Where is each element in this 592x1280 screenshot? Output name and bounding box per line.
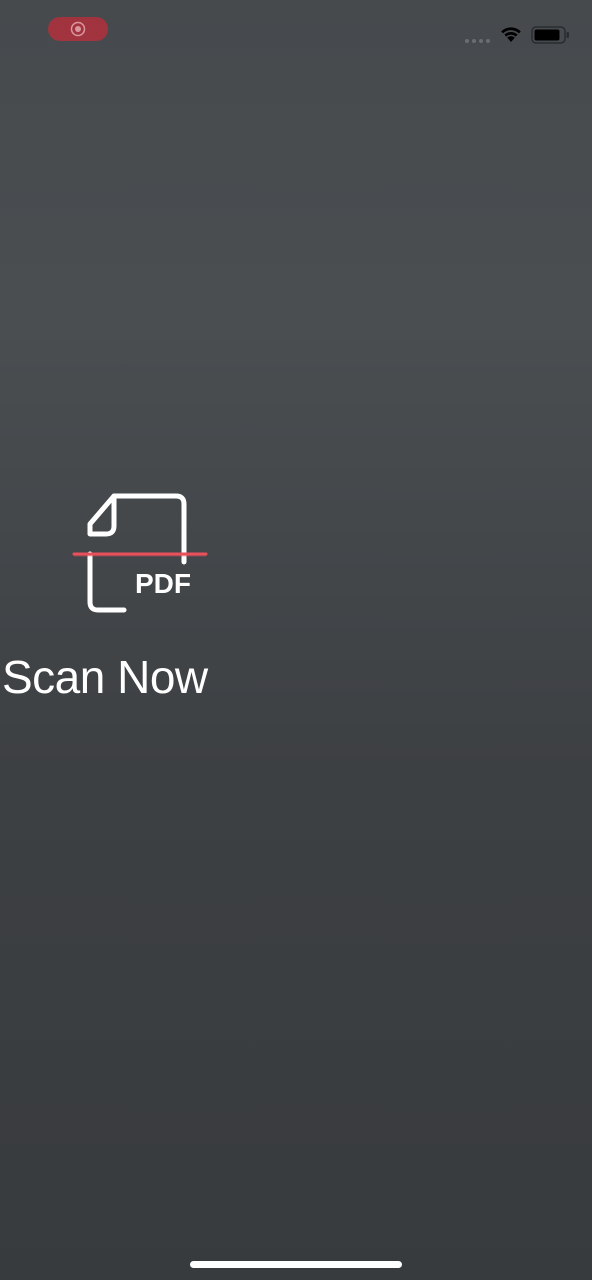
status-bar (0, 0, 592, 70)
pdf-scan-icon: PDF (72, 493, 208, 613)
wifi-icon (501, 27, 521, 42)
home-indicator[interactable] (190, 1261, 402, 1268)
scan-now-title[interactable]: Scan Now (2, 654, 208, 700)
signal-dots-icon (465, 39, 490, 43)
record-icon (70, 21, 86, 37)
screen-recording-indicator[interactable] (48, 17, 108, 41)
battery-icon (531, 26, 569, 44)
pdf-icon-label: PDF (135, 568, 191, 599)
